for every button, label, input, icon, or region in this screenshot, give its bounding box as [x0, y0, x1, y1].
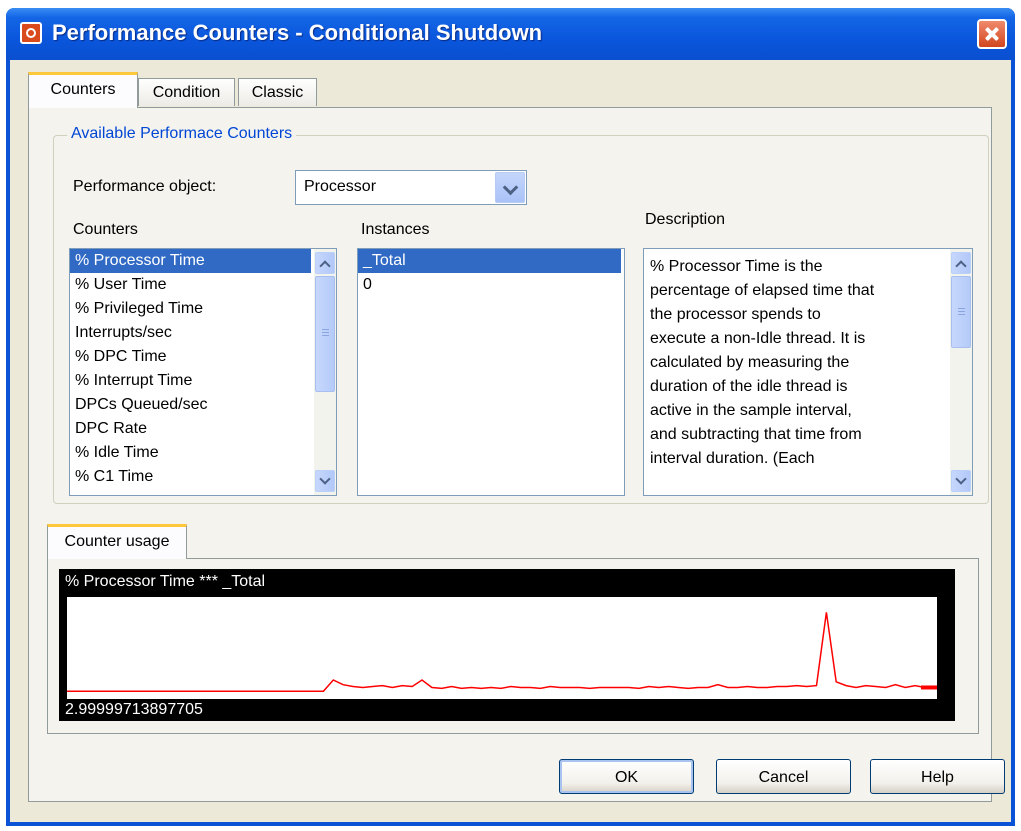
group-title: Available Performace Counters	[67, 125, 297, 143]
current-value: 2.99999713897705	[65, 701, 203, 718]
instances-items: _Total 0	[358, 249, 624, 297]
description-line: the processor spends to	[650, 306, 821, 323]
usage-graph: % Processor Time *** _Total 2.9999971389…	[59, 569, 955, 721]
series-line	[67, 612, 926, 692]
list-item[interactable]: DPCs Queued/sec	[70, 393, 311, 417]
performance-object-label: Performance object:	[73, 178, 217, 195]
description-line: and subtracting that time from	[650, 426, 862, 443]
description-line: interval duration. (Each	[650, 450, 815, 467]
description-label: Description	[645, 211, 726, 228]
list-item[interactable]: % DPC Time	[70, 345, 311, 369]
dialog-client: Counters Condition Classic Available Per…	[10, 60, 1011, 822]
usage-line-chart	[67, 612, 937, 692]
ok-button[interactable]: OK	[559, 759, 694, 794]
dialog-window: Performance Counters - Conditional Shutd…	[6, 8, 1015, 826]
list-item[interactable]: % Privileged Time	[70, 297, 311, 321]
description-line: percentage of elapsed time that	[650, 282, 875, 299]
scroll-down-button[interactable]	[315, 470, 335, 492]
tab-counters[interactable]: Counters	[28, 72, 138, 108]
scroll-down-button[interactable]	[951, 470, 971, 492]
description-line: calculated by measuring the	[650, 354, 850, 371]
description-scrollbar[interactable]	[950, 249, 972, 495]
list-item[interactable]: % Interrupt Time	[70, 369, 311, 393]
tab-classic[interactable]: Classic	[238, 78, 317, 106]
list-item[interactable]: Interrupts/sec	[70, 321, 311, 345]
list-item[interactable]: % C1 Time	[70, 465, 311, 489]
scroll-up-button[interactable]	[951, 252, 971, 274]
description-line: active in the sample interval,	[650, 402, 852, 419]
list-item[interactable]: % User Time	[70, 273, 311, 297]
app-icon	[20, 22, 42, 44]
list-item[interactable]: % Processor Time	[70, 249, 311, 273]
counters-tab-panel: Available Performace Counters Performanc…	[28, 107, 992, 802]
tab-counter-usage[interactable]: Counter usage	[47, 524, 187, 559]
chevron-down-icon	[955, 473, 967, 485]
instances-label: Instances	[361, 221, 430, 238]
instances-listbox[interactable]: _Total 0	[357, 248, 625, 496]
chevron-up-icon	[319, 260, 331, 272]
description-line: % Processor Time is the	[650, 258, 823, 275]
description-box: % Processor Time is the percentage of ela…	[643, 248, 973, 496]
dropdown-button[interactable]	[495, 172, 525, 203]
chevron-down-icon	[502, 179, 519, 196]
counters-label: Counters	[73, 221, 138, 238]
current-value-marker	[921, 685, 937, 690]
scroll-up-button[interactable]	[315, 252, 335, 274]
counters-listbox[interactable]: % Processor Time% User Time% Privileged …	[69, 248, 337, 496]
counter-usage-panel: % Processor Time *** _Total 2.9999971389…	[47, 558, 979, 734]
performance-object-combobox[interactable]: Processor	[295, 170, 527, 205]
graph-title: % Processor Time *** _Total	[65, 573, 266, 590]
scroll-thumb[interactable]	[315, 276, 335, 392]
chevron-up-icon	[955, 260, 967, 272]
tab-condition[interactable]: Condition	[138, 78, 235, 106]
scroll-thumb[interactable]	[951, 276, 971, 348]
description-line: execute a non-Idle thread. It is	[650, 330, 866, 347]
description-line: duration of the idle thread is	[650, 378, 848, 395]
description-text: % Processor Time is the percentage of ela…	[650, 255, 938, 471]
help-button[interactable]: Help	[870, 759, 1005, 794]
graph-plot-area	[67, 597, 937, 699]
chevron-down-icon	[319, 473, 331, 485]
title-bar[interactable]: Performance Counters - Conditional Shutd…	[6, 8, 1015, 60]
list-item[interactable]: 0	[358, 273, 621, 297]
close-button[interactable]	[977, 19, 1007, 49]
window-title: Performance Counters - Conditional Shutd…	[52, 20, 543, 45]
counters-items: % Processor Time% User Time% Privileged …	[70, 249, 336, 489]
cancel-button[interactable]: Cancel	[716, 759, 851, 794]
list-item[interactable]: _Total	[358, 249, 621, 273]
counters-scrollbar[interactable]	[314, 249, 336, 495]
performance-object-value: Processor	[304, 178, 377, 195]
list-item[interactable]: % Idle Time	[70, 441, 311, 465]
list-item[interactable]: DPC Rate	[70, 417, 311, 441]
